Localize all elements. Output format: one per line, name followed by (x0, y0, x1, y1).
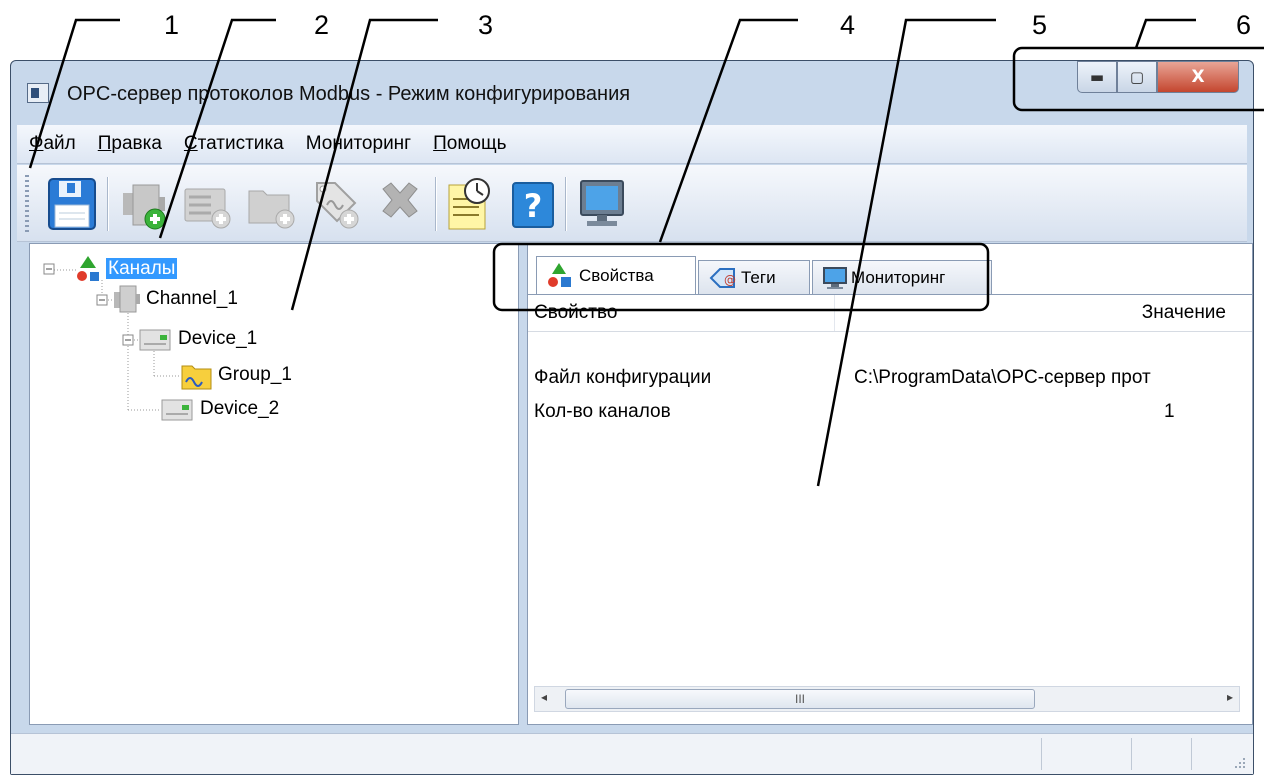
menu-file[interactable]: Файл (29, 133, 76, 155)
minimize-button[interactable]: ▬ (1077, 61, 1117, 93)
menu-help[interactable]: Помощь (433, 133, 506, 155)
status-divider (1041, 738, 1042, 770)
column-value[interactable]: Значение (1142, 302, 1226, 324)
list-header: Свойство Значение (528, 295, 1252, 332)
status-divider (1191, 738, 1192, 770)
monitoring-button[interactable] (575, 175, 629, 233)
delete-button[interactable] (373, 175, 427, 233)
properties-icon (548, 263, 571, 287)
add-channel-button[interactable] (117, 175, 171, 233)
window-title: OPC-сервер протоколов Modbus - Режим кон… (67, 83, 631, 105)
expander-device-icon (122, 334, 134, 346)
menu-statistics-accel: С (183, 133, 198, 154)
tags-icon: @ (709, 267, 736, 288)
toolbar-grip[interactable] (25, 175, 29, 233)
menu-monitoring-label: Мониторинг (305, 133, 412, 154)
add-channel-icon (123, 184, 166, 230)
menu-help-accel: П (433, 133, 447, 154)
group-icon (181, 365, 212, 390)
help-button[interactable]: ? (507, 175, 561, 233)
device-icon (161, 399, 193, 421)
callout-1: 1 (164, 10, 180, 40)
scroll-left-icon[interactable]: ◂ (541, 690, 547, 704)
delete-icon (382, 182, 418, 218)
status-bar (11, 733, 1253, 774)
toolbar-separator (107, 177, 109, 231)
tab-tags-label: Теги (741, 267, 776, 287)
maximize-button[interactable]: ▢ (1117, 61, 1157, 93)
scrollbar-thumb[interactable]: III (565, 689, 1035, 709)
menu-edit-accel: П (97, 133, 112, 154)
add-group-button[interactable] (245, 175, 299, 233)
menu-edit-label: равка (111, 133, 162, 154)
save-button[interactable] (45, 175, 99, 233)
tree-item-device-2[interactable]: Device_2 (200, 398, 279, 420)
callout-4: 4 (840, 10, 856, 40)
tree-item-device-1[interactable]: Device_1 (178, 328, 257, 350)
tree-item-channel-1[interactable]: Channel_1 (146, 288, 238, 310)
menu-help-label: омощь (446, 133, 507, 154)
title-bar[interactable]: OPC-сервер протоколов Modbus - Режим кон… (11, 61, 1253, 123)
menu-bar: Файл Правка Статистика Мониторинг Помощь (17, 125, 1247, 164)
toolbar-separator (435, 177, 437, 231)
add-tag-button[interactable] (309, 175, 363, 233)
device-icon (139, 329, 171, 351)
column-property[interactable]: Свойство (534, 302, 617, 324)
add-group-icon (248, 190, 295, 229)
expander-root-icon (43, 263, 55, 275)
tree-item-channels[interactable]: Каналы (106, 258, 178, 280)
tab-properties-label: Свойства (579, 266, 654, 285)
row-config-file-name[interactable]: Файл конфигурации (534, 367, 711, 389)
channel-tree[interactable]: Каналы Channel_1 Device_1 Group_1 Device… (29, 243, 519, 725)
expander-channel-icon (96, 294, 108, 306)
monitor-icon (580, 180, 624, 226)
toolbar-separator (565, 177, 567, 231)
window-controls: ▬ ▢ X (1077, 61, 1239, 95)
app-window: OPC-сервер протоколов Modbus - Режим кон… (10, 60, 1254, 775)
add-device-icon (184, 188, 231, 229)
event-log-icon (448, 178, 490, 230)
toolbar: ? (17, 165, 1247, 242)
tab-monitoring-label: Мониторинг (851, 267, 946, 287)
channels-icon (77, 256, 99, 281)
menu-edit[interactable]: Правка (98, 133, 162, 155)
column-divider[interactable] (834, 295, 835, 331)
tab-monitoring[interactable]: Мониторинг (812, 260, 992, 294)
callout-5: 5 (1032, 10, 1048, 40)
scroll-right-icon[interactable]: ▸ (1227, 690, 1233, 704)
tree-item-group-1[interactable]: Group_1 (218, 364, 292, 386)
details-pane: Свойства @ Теги Мониторинг Свойство Знач… (527, 243, 1253, 725)
horizontal-scrollbar[interactable]: ◂ III ▸ (534, 686, 1240, 712)
callout-2: 2 (314, 10, 330, 40)
menu-monitoring[interactable]: Мониторинг (306, 133, 411, 155)
tab-properties[interactable]: Свойства (536, 256, 696, 295)
svg-text:@: @ (724, 273, 736, 287)
channel-icon (114, 285, 140, 313)
row-config-file-value[interactable]: C:\ProgramData\OPC-сервер прот (854, 367, 1234, 389)
event-log-button[interactable] (443, 175, 497, 233)
row-channel-count-value[interactable]: 1 (1164, 401, 1175, 423)
close-button[interactable]: X (1157, 61, 1239, 93)
status-divider (1131, 738, 1132, 770)
tree-item-channels-label: Каналы (106, 258, 178, 279)
callout-6-leader (1134, 18, 1196, 49)
menu-statistics-label: татистика (197, 133, 284, 154)
monitoring-icon (823, 266, 847, 289)
menu-file-accel: Ф (29, 133, 44, 154)
callout-3: 3 (478, 10, 494, 40)
menu-file-label: айл (43, 133, 76, 154)
callout-6: 6 (1236, 10, 1252, 40)
row-channel-count-name[interactable]: Кол-во каналов (534, 401, 671, 423)
help-icon: ? (512, 182, 554, 228)
add-tag-icon (316, 182, 359, 229)
menu-statistics[interactable]: Статистика (184, 133, 284, 155)
tab-tags[interactable]: @ Теги (698, 260, 810, 294)
app-icon[interactable] (27, 83, 49, 103)
svg-text:?: ? (524, 187, 543, 225)
add-device-button[interactable] (181, 175, 235, 233)
properties-list[interactable]: Свойство Значение Файл конфигурации C:\P… (528, 294, 1252, 724)
resize-grip-icon[interactable] (1233, 756, 1247, 770)
save-icon (48, 178, 96, 230)
